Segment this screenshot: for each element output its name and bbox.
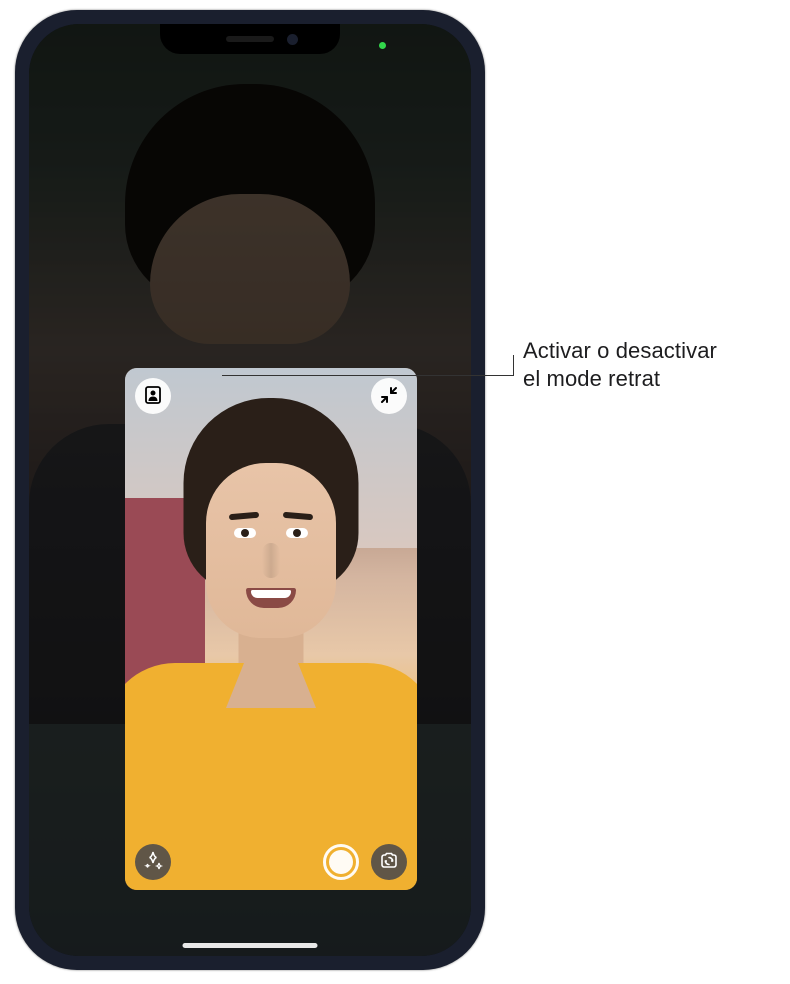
self-view-pip[interactable] xyxy=(125,368,417,890)
flip-camera-icon xyxy=(379,851,399,874)
flip-camera-button[interactable] xyxy=(371,844,407,880)
home-indicator[interactable] xyxy=(183,943,318,948)
callout-leader-line xyxy=(222,375,514,376)
notch xyxy=(160,24,340,54)
front-camera-lens xyxy=(287,34,298,45)
effects-button[interactable] xyxy=(135,844,171,880)
camera-privacy-indicator xyxy=(379,42,386,49)
speaker-grille xyxy=(226,36,274,42)
portrait-mode-button[interactable] xyxy=(135,378,171,414)
phone-screen xyxy=(29,24,471,956)
shutter-button[interactable] xyxy=(323,844,359,880)
callout-annotation: Activar o desactivar el mode retrat xyxy=(523,337,717,393)
phone-device-frame xyxy=(15,10,485,970)
callout-leader-line-vertical xyxy=(513,355,514,375)
effects-star-icon xyxy=(142,850,164,875)
minimize-pip-button[interactable] xyxy=(371,378,407,414)
portrait-person-icon xyxy=(143,385,163,408)
minimize-arrows-icon xyxy=(380,386,398,407)
shutter-icon xyxy=(329,850,353,874)
